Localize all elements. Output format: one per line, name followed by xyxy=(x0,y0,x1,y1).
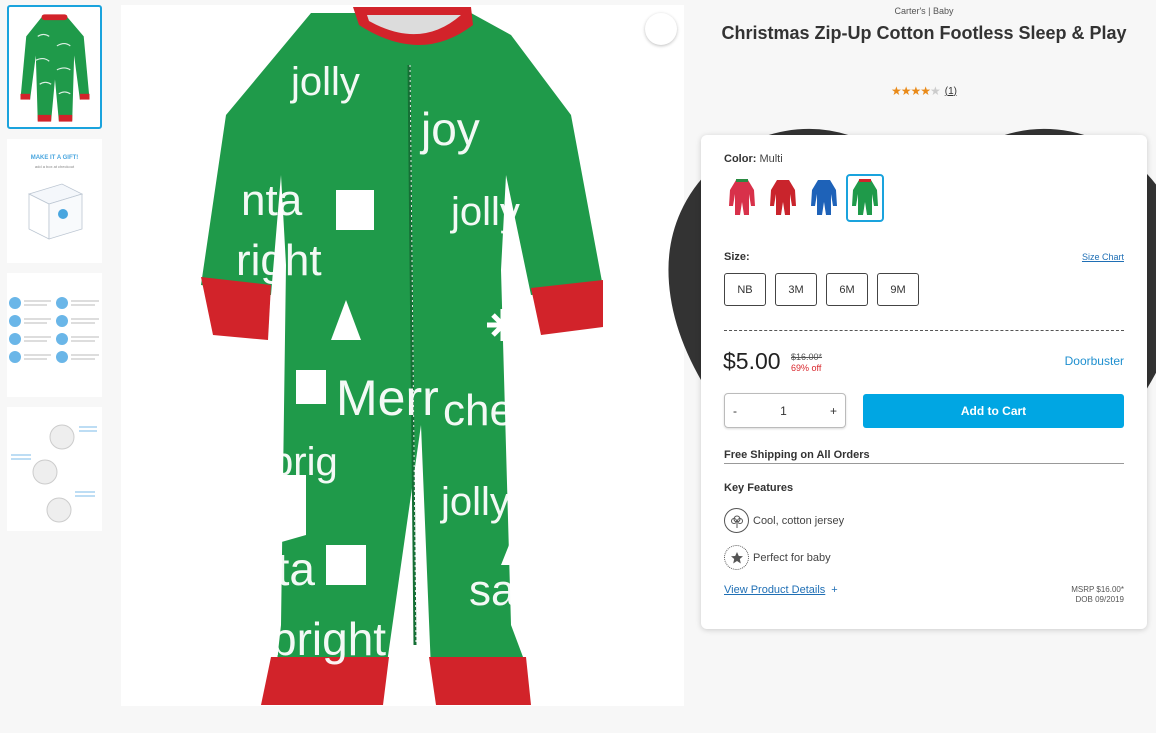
quantity-decrement-button[interactable]: - xyxy=(733,404,737,418)
color-label-row: Color: Multi xyxy=(724,153,783,165)
svg-text:cheer: cheer xyxy=(443,386,553,435)
swatch-red[interactable] xyxy=(764,174,802,222)
favorite-button[interactable] xyxy=(645,13,1156,604)
green-pajama-icon xyxy=(852,179,878,215)
svg-text:bright: bright xyxy=(271,613,386,665)
doorbuster-badge[interactable]: Doorbuster xyxy=(1065,354,1124,368)
swatch-pink[interactable] xyxy=(723,174,761,222)
product-title: Christmas Zip-Up Cotton Footless Sleep &… xyxy=(721,23,1127,43)
feature-baby: Perfect for baby xyxy=(724,545,831,570)
key-features-title: Key Features xyxy=(724,482,794,494)
msrp-text: MSRP $16.00* xyxy=(1071,585,1124,594)
main-product-image: jolly nta right joy jolly Merr cheer bri… xyxy=(121,5,1156,706)
svg-text:jolly: jolly xyxy=(440,480,510,524)
svg-text:joy: joy xyxy=(419,103,480,155)
details-thumbnail-image xyxy=(11,424,97,523)
dob-text: DOB 09/2019 xyxy=(1075,595,1124,604)
star-badge-icon xyxy=(724,545,749,570)
plus-icon[interactable]: + xyxy=(831,584,837,596)
msrp-info: MSRP $16.00* DOB 09/2019 xyxy=(1071,585,1124,605)
swatch-blue[interactable] xyxy=(805,174,843,222)
thumbnail-4[interactable] xyxy=(7,407,102,531)
color-label: Color: xyxy=(724,153,757,165)
purchase-card: Color: Multi Size: Size Chart NB 3M 6M 9… xyxy=(701,135,1147,629)
add-to-cart-button[interactable]: Add to Cart xyxy=(863,394,1124,428)
thumbnail-list: MAKE IT A GIFT! add a box at checkout xyxy=(7,5,104,541)
rating[interactable]: ★★★★★ (1) xyxy=(700,84,1148,98)
shipping-notice: Free Shipping on All Orders xyxy=(724,449,870,461)
pajama-illustration: jolly nta right joy jolly Merr cheer bri… xyxy=(201,7,603,705)
current-price: $5.00 xyxy=(723,348,781,374)
original-price: $16.00* xyxy=(791,352,823,362)
red-pajama-icon xyxy=(770,180,796,215)
quantity-value[interactable]: 1 xyxy=(780,404,787,418)
pajama-thumbnail-image xyxy=(20,14,90,122)
pink-pajama-icon xyxy=(729,179,755,215)
thumbnail-3[interactable] xyxy=(7,273,102,397)
divider xyxy=(724,330,1124,331)
svg-text:jolly: jolly xyxy=(290,60,360,104)
size-option-9m[interactable]: 9M xyxy=(877,273,919,306)
thumbnail-gift-label: MAKE IT A GIFT! xyxy=(30,155,79,161)
discount-percent: 69% off xyxy=(791,363,822,373)
svg-text:sa: sa xyxy=(469,566,516,615)
size-option-3m[interactable]: 3M xyxy=(775,273,817,306)
svg-text:nta: nta xyxy=(251,543,315,595)
star-rating-icon: ★★★★★ xyxy=(890,84,941,98)
svg-text:nta: nta xyxy=(241,176,303,225)
color-value: Multi xyxy=(759,153,783,165)
divider xyxy=(724,463,1124,464)
quantity-increment-button[interactable]: + xyxy=(830,404,837,418)
view-product-details-link[interactable]: View Product Details + xyxy=(724,584,838,596)
svg-text:Merr: Merr xyxy=(336,370,439,426)
brand-breadcrumb[interactable]: Carter's | Baby xyxy=(700,6,1148,16)
size-options: NB 3M 6M 9M xyxy=(724,273,919,306)
size-label: Size: xyxy=(724,251,750,263)
cotton-icon xyxy=(724,508,749,533)
svg-text:right: right xyxy=(236,236,322,285)
swatch-green[interactable] xyxy=(846,174,884,222)
quantity-stepper: - 1 + xyxy=(724,393,846,428)
feature-cotton-text: Cool, cotton jersey xyxy=(753,514,845,527)
thumbnail-gift-sub: add a box at checkout xyxy=(34,164,75,169)
color-swatches xyxy=(723,174,884,222)
blue-pajama-icon xyxy=(811,180,837,215)
size-option-6m[interactable]: 6M xyxy=(826,273,868,306)
size-chart-link[interactable]: Size Chart xyxy=(1082,252,1124,262)
view-product-details-label[interactable]: View Product Details xyxy=(724,584,825,596)
review-count-link[interactable]: (1) xyxy=(945,86,957,97)
thumbnail-2[interactable]: MAKE IT A GIFT! add a box at checkout xyxy=(7,139,102,263)
features-thumbnail-image xyxy=(9,297,99,363)
thumbnail-1[interactable] xyxy=(7,5,102,129)
svg-text:jolly: jolly xyxy=(450,190,520,234)
size-option-nb[interactable]: NB xyxy=(724,273,766,306)
feature-cotton: Cool, cotton jersey xyxy=(724,508,844,533)
feature-baby-text: Perfect for baby xyxy=(753,551,831,564)
